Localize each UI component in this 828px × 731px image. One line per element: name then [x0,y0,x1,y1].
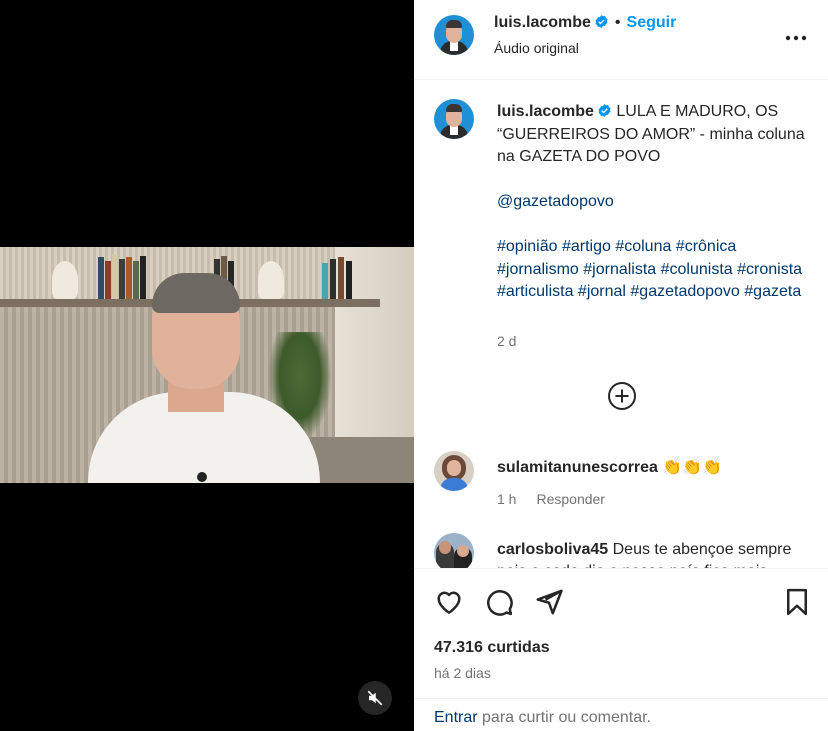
video-bg-book [322,263,328,299]
login-prompt: Entrar para curtir ou comentar. [414,698,828,731]
video-bg-book [140,256,146,299]
heart-icon[interactable] [434,587,464,617]
reply-button[interactable]: Responder [536,491,605,507]
comment-meta: 1 h Responder [497,491,625,507]
mute-button[interactable] [358,681,392,715]
share-send-icon[interactable] [534,587,564,617]
post-date[interactable]: há 2 dias [434,665,491,681]
caption: luis.lacombe LULA E MADURO, OS “GUERREIR… [497,101,807,304]
likes-count[interactable]: 47.316 curtidas [434,639,550,657]
caption-hashtags[interactable]: #opinião #artigo #coluna #crônica #jorna… [497,236,807,304]
header-user-line: luis.lacombe • Seguir [494,14,676,32]
video-bg-book [105,261,111,299]
comment-text: sulamitanunescorrea 👏👏👏 [497,457,817,479]
more-horizontal-icon [785,35,807,41]
video-bg-book [330,259,336,299]
comment-icon[interactable] [484,587,514,617]
caption-username[interactable]: luis.lacombe [497,103,594,120]
video-bg-book [338,257,344,299]
comment-text: carlosboliva45 Deus te abençoe sempre po… [497,539,817,568]
comment-time[interactable]: 1 h [497,491,516,507]
video-frame[interactable] [0,247,414,483]
verified-badge-icon [595,14,608,29]
video-bg-vase [52,261,78,299]
commenter-avatar[interactable] [434,533,474,568]
video-bg-book [98,257,104,299]
login-prompt-text: para curtir ou comentar. [477,709,651,726]
post-actions: 47.316 curtidas há 2 dias [414,568,828,698]
video-bg-book [112,255,118,299]
load-more-comments-button[interactable] [607,381,637,411]
audio-label[interactable]: Áudio original [494,40,579,56]
post-header: luis.lacombe • Seguir Áudio original [414,0,828,80]
speaker-muted-icon [367,690,383,706]
bookmark-icon[interactable] [782,587,812,617]
author-username[interactable]: luis.lacombe [494,14,591,31]
video-person-hair [152,273,240,313]
verified-badge-icon [598,103,611,118]
author-avatar[interactable] [434,15,474,55]
comment-body: 👏👏👏 [662,459,723,476]
comment-item: carlosboliva45 Deus te abençoe sempre po… [434,533,824,568]
separator-dot: • [614,14,621,31]
follow-button[interactable]: Seguir [627,14,677,31]
commenter-avatar[interactable] [434,451,474,491]
video-bg-book [126,257,132,299]
caption-author-avatar[interactable] [434,99,474,139]
comments-scroll-area[interactable]: luis.lacombe LULA E MADURO, OS “GUERREIR… [414,81,828,568]
video-bg-vase [258,261,284,299]
video-bg-book [119,259,125,299]
caption-timestamp[interactable]: 2 d [497,333,516,349]
video-bg-book [133,261,139,299]
video-bg-book [346,261,352,299]
commenter-username[interactable]: carlosboliva45 [497,541,608,558]
video-person-mic [197,472,207,482]
post-details-panel: luis.lacombe • Seguir Áudio original luis.… [414,0,828,731]
plus-circle-icon [608,382,636,410]
caption-mention[interactable]: @gazetadopovo [497,191,807,214]
login-link[interactable]: Entrar [434,709,478,726]
video-bg-desk [310,437,414,483]
commenter-username[interactable]: sulamitanunescorrea [497,459,658,476]
comment-item: sulamitanunescorrea 👏👏👏 1 h Responder [434,451,824,511]
video-panel[interactable] [0,0,414,731]
more-options-button[interactable] [784,26,808,50]
